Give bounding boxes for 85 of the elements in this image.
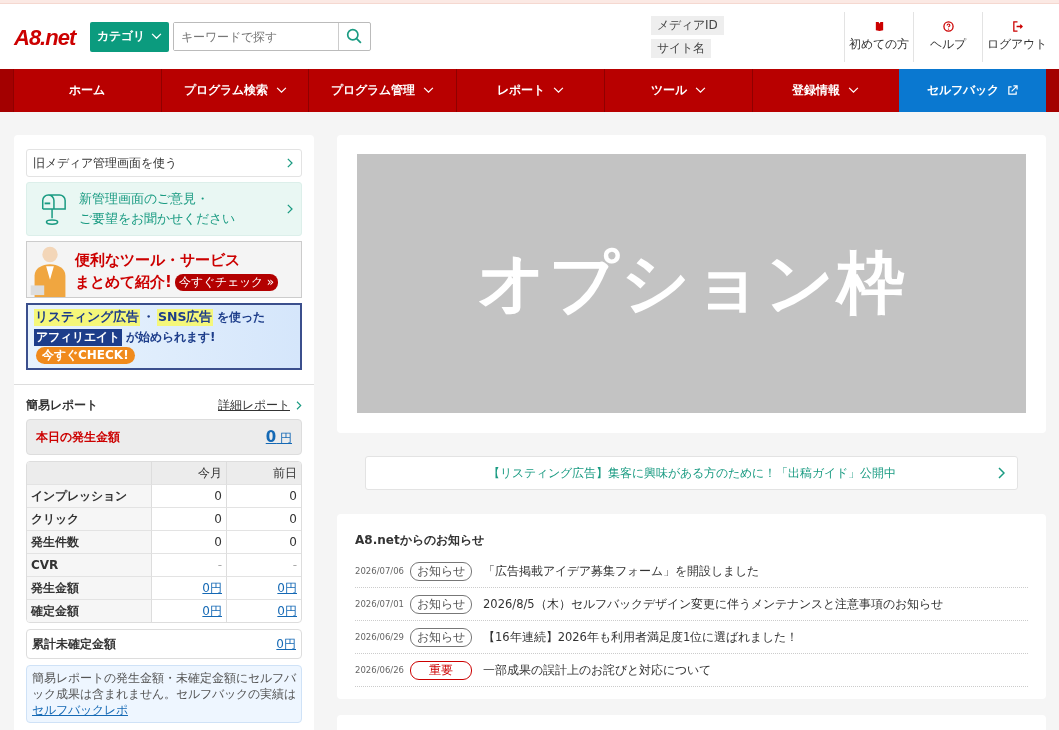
- news-title: A8.netからのお知らせ: [355, 532, 485, 549]
- help-link[interactable]: ヘルプ: [913, 11, 982, 62]
- media-id-label: メディアID: [651, 15, 724, 35]
- banner-highlight: リスティング広告: [34, 309, 140, 326]
- tools-banner[interactable]: 便利なツール・サービス まとめて紹介! 今すぐチェック »: [26, 241, 302, 298]
- chevron-right-icon: [286, 158, 293, 168]
- today-amount-link[interactable]: 0 円: [265, 427, 292, 447]
- news-date: 2026/07/06: [355, 566, 405, 576]
- listing-banner[interactable]: リスティング広告 ・ SNS広告 を使った アフィリエイト が始められます! 今すぐCHECK!: [26, 303, 302, 370]
- book-icon: [873, 20, 885, 32]
- chevron-right-icon: [997, 467, 1005, 479]
- news-date: 2026/06/29: [355, 632, 405, 642]
- logout-link[interactable]: ログアウト: [982, 11, 1051, 62]
- news-tag: お知らせ: [410, 627, 472, 647]
- chevron-icon: [423, 87, 435, 94]
- amount-link[interactable]: 0円: [202, 580, 222, 595]
- nav-tab[interactable]: プログラム管理: [308, 69, 457, 112]
- row-label: CVR: [27, 553, 151, 576]
- amount-link[interactable]: 0円: [277, 603, 297, 618]
- chevron-right-icon: [286, 204, 293, 214]
- news-tag: お知らせ: [410, 561, 472, 581]
- banner-highlight: アフィリエイト: [34, 329, 122, 346]
- banner-headline: 便利なツール・サービス: [75, 250, 241, 271]
- news-date: 2026/06/26: [355, 665, 405, 675]
- pending-amount-link[interactable]: 0円: [276, 635, 296, 653]
- category-button[interactable]: カテゴリ: [90, 21, 169, 52]
- news-link[interactable]: 「広告掲載アイデア募集フォーム」を開設しました: [483, 563, 759, 579]
- nav-tab[interactable]: プログラム検索: [160, 69, 309, 112]
- detail-report-link[interactable]: 詳細レポート: [218, 397, 290, 414]
- listing-guide-link[interactable]: 【リスティング広告】集客に興味がある方のために！「出稿ガイド」公開中: [365, 456, 1018, 490]
- column-header: 前日: [226, 462, 301, 484]
- search-field[interactable]: キーワードで探す: [173, 22, 371, 51]
- banner-separator: ・: [142, 309, 155, 326]
- check-now-badge: 今すぐチェック »: [174, 273, 278, 291]
- report-note: 簡易レポートの発生金額・未確定金額にセルフバック成果は含まれません。セルフバックの実績は セルフバックレポ: [26, 665, 302, 723]
- column-header: 今月: [151, 462, 226, 484]
- selfback-report-link[interactable]: セルフバックレポ: [32, 703, 128, 717]
- table-cell: -: [226, 553, 301, 576]
- old-screen-link[interactable]: 旧メディア管理画面を使う: [26, 149, 302, 177]
- row-label: 発生金額: [27, 576, 151, 599]
- nav-tab[interactable]: ホーム: [13, 69, 161, 112]
- external-link-icon: [1007, 85, 1019, 96]
- banner-text: が始められます!: [126, 329, 216, 346]
- report-title: 簡易レポート: [26, 397, 99, 414]
- pending-amount-label: 累計未確定金額: [32, 635, 116, 653]
- banner-headline: まとめて紹介!: [75, 272, 172, 293]
- news-tag: お知らせ: [410, 594, 472, 614]
- logo[interactable]: A8.net: [14, 24, 76, 51]
- news-date: 2026/07/01: [355, 599, 405, 609]
- table-cell: 0: [151, 507, 226, 530]
- amount-link[interactable]: 0円: [277, 580, 297, 595]
- check-now-badge: 今すぐCHECK!: [36, 347, 135, 364]
- banner-highlight: SNS広告: [157, 309, 214, 326]
- help-icon: [942, 20, 954, 32]
- news-link[interactable]: 2026/8/5（木）セルフバックデザイン変更に伴うメンテナンスと注意事項のお知らせ: [483, 596, 943, 612]
- nav-tab[interactable]: ツール: [603, 69, 752, 112]
- news-link[interactable]: 一部成果の誤計上のお詫びと対応について: [483, 662, 711, 678]
- mailbox-icon: [39, 192, 67, 226]
- chevron-icon: [848, 87, 860, 94]
- search-icon: [345, 28, 363, 45]
- today-amount-label: 本日の発生金額: [36, 428, 120, 446]
- chevron-icon: [694, 87, 706, 94]
- chevron-icon: [553, 87, 564, 94]
- nav-tab[interactable]: レポート: [456, 69, 604, 112]
- news-link[interactable]: 【16年連続】2026年も利用者満足度1位に選ばれました！: [483, 629, 799, 645]
- chevron-right-icon: [295, 401, 302, 410]
- row-label: クリック: [27, 507, 151, 530]
- site-name-label: サイト名: [651, 38, 711, 58]
- news-tag: 重要: [410, 660, 472, 680]
- table-cell: 0: [226, 484, 301, 507]
- guide-link[interactable]: 初めての方: [844, 11, 913, 62]
- chevron-icon: [275, 87, 287, 94]
- logout-icon: [1011, 20, 1023, 32]
- table-cell: 0: [226, 530, 301, 553]
- table-cell: 0: [151, 530, 226, 553]
- option-frame-label: オプション枠: [476, 242, 907, 324]
- table-cell: 0: [151, 484, 226, 507]
- row-label: 発生件数: [27, 530, 151, 553]
- chevron-icon: [151, 33, 162, 40]
- amount-link[interactable]: 0円: [202, 603, 222, 618]
- table-cell: -: [151, 553, 226, 576]
- table-cell: 0: [226, 507, 301, 530]
- banner-text: を使った: [217, 309, 266, 326]
- row-label: インプレッション: [27, 484, 151, 507]
- row-label: 確定金額: [27, 599, 151, 622]
